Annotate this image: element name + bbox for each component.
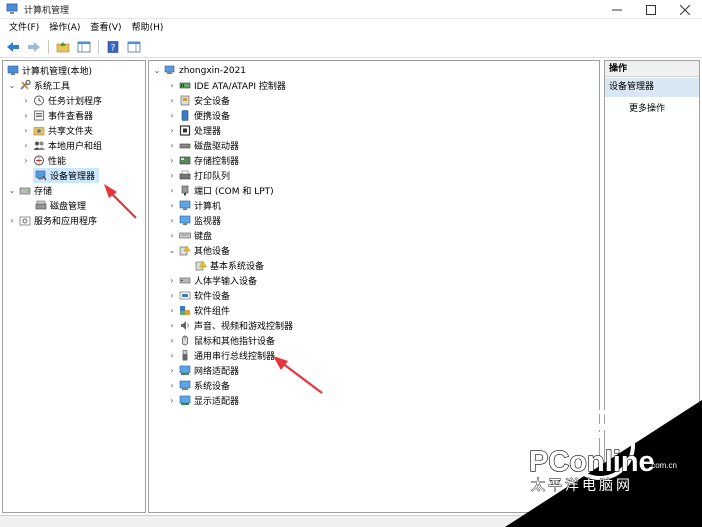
minimize-icon [612,9,622,10]
menu-view[interactable]: 查看(V) [85,19,126,37]
back-arrow-icon [7,42,19,52]
action-pane-icon [127,41,141,53]
menu-action[interactable]: 操作(A) [44,19,85,37]
watermark-brand: PConline [529,446,655,478]
annotation-arrow [104,184,137,219]
show-tree-button[interactable] [75,39,93,55]
maximize-button[interactable] [634,0,668,19]
forward-arrow-icon [28,42,40,52]
svg-text:?: ? [111,44,116,54]
help-icon: ? [107,41,119,54]
watermark-domain: .com.cn [649,461,677,470]
console-tree-icon [77,41,91,53]
up-folder-button[interactable] [54,39,72,55]
close-icon [680,4,690,15]
window-title: 计算机管理 [24,5,70,16]
help-button[interactable]: ? [104,39,122,55]
show-action-pane-button[interactable] [125,39,143,55]
title-bar: 计算机管理 [0,0,702,19]
close-button[interactable] [668,0,702,19]
menu-file[interactable]: 文件(F) [4,19,44,37]
folder-up-icon [56,42,70,53]
watermark-subtitle: 太平洋电脑网 [531,478,633,494]
menu-help[interactable]: 帮助(H) [127,19,169,37]
minimize-button[interactable] [600,0,634,19]
forward-button[interactable] [25,39,43,55]
toolbar-separator [98,40,99,54]
actions-section-device-manager[interactable]: 设备管理器 [605,78,699,97]
back-button[interactable] [4,39,22,55]
menu-bar: 文件(F) 操作(A) 查看(V) 帮助(H) [0,19,702,37]
computer-management-icon [6,3,18,14]
actions-header: 操作 [605,61,699,77]
toolbar: ? [0,37,702,58]
console-tree-pane: 计算机管理(本地) ⌄ 系统工具 › 任务计划程序 › 事件查看器 › 共享文件… [2,60,146,513]
more-actions-link[interactable]: 更多操作 [629,101,665,114]
pconline-watermark: PConline .com.cn 太平洋电脑网 [505,400,702,527]
maximize-icon [646,4,656,15]
toolbar-separator [48,40,49,54]
